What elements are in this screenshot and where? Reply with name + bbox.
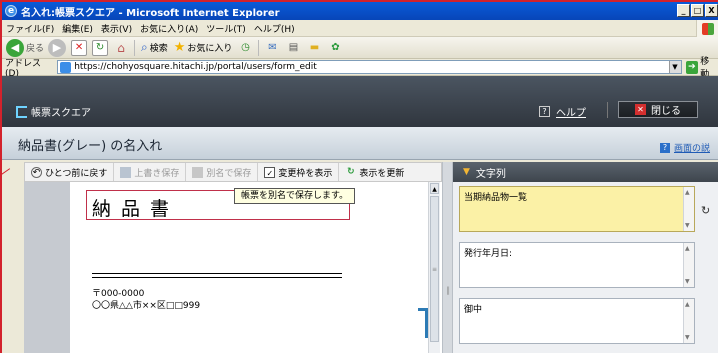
text-field-3-scrollbar[interactable] xyxy=(683,299,694,343)
checkbox-checked-icon[interactable]: ✓ xyxy=(264,166,276,178)
menu-help[interactable]: ヘルプ(H) xyxy=(254,22,295,35)
close-icon: ✕ xyxy=(635,104,646,115)
text-field-1-value[interactable]: 当期納品物一覧 xyxy=(464,193,527,203)
back-button[interactable]: ◀ xyxy=(6,38,24,57)
back-label: 戻る xyxy=(26,44,45,54)
windows-logo-icon xyxy=(696,20,718,37)
text-field-2-value[interactable]: 発行年月日: xyxy=(464,249,512,259)
show-frame-label: 変更枠を表示 xyxy=(278,168,333,179)
refresh-view-button[interactable]: ↻ 表示を更新 xyxy=(339,163,410,181)
save-as-button[interactable]: 別名で保存 xyxy=(186,163,259,181)
undo-button[interactable]: ↶ ひとつ前に戻す xyxy=(25,163,115,181)
maximize-button[interactable]: □ xyxy=(691,4,704,17)
screen-help-link[interactable]: ? 画面の説 xyxy=(660,141,710,154)
menu-edit[interactable]: 編集(E) xyxy=(62,22,93,35)
browser-window: e 名入れ:帳票スクエア - Microsoft Internet Explor… xyxy=(0,0,718,353)
document-title: 納品書 xyxy=(92,198,180,220)
help-icon: ? xyxy=(539,106,550,117)
document-scrollbar[interactable]: ▲ ≡ xyxy=(428,182,440,353)
search-icon[interactable]: ⌕ xyxy=(141,40,148,55)
string-panel-title: 文字列 xyxy=(475,168,506,180)
page-title: 納品書(グレー) の名入れ xyxy=(18,139,163,154)
logo-mark-icon xyxy=(16,105,27,118)
browser-toolbar: ◀ 戻る ▶ ✕ ↻ ⌂ ⌕ 検索 ★ お気に入り ◷ ✉ ▤ ▬ ✿ xyxy=(2,37,718,59)
page-icon xyxy=(60,61,72,73)
address-input[interactable]: https://chohyosquare.hitachi.jp/portal/u… xyxy=(57,60,682,74)
save-icon xyxy=(120,166,132,178)
favorites-star-icon[interactable]: ★ xyxy=(174,40,186,55)
menu-favorites[interactable]: お気に入り(A) xyxy=(140,22,198,35)
home-icon[interactable]: ⌂ xyxy=(113,40,129,56)
favorites-label[interactable]: お気に入り xyxy=(187,41,232,54)
edit-toolbar: ↶ ひとつ前に戻す 上書き保存 別名で保存 ✓ 変更枠を表示 ↻ 表示を更新 xyxy=(24,162,442,182)
undo-label: ひとつ前に戻す xyxy=(45,168,108,179)
address-dropdown-icon[interactable]: ▼ xyxy=(668,61,681,73)
text-field-3-value[interactable]: 御中 xyxy=(464,305,482,315)
document-logo-mark-icon xyxy=(418,308,428,338)
menu-bar: ファイル(F) 編集(E) 表示(V) お気に入り(A) ツール(T) ヘルプ(… xyxy=(2,20,718,37)
document-address: 〇〇県△△市××区□□999 xyxy=(92,301,201,311)
history-icon[interactable]: ◷ xyxy=(237,40,253,56)
app-logo-text: 帳票スクエア xyxy=(31,108,91,119)
header-separator xyxy=(607,102,608,118)
scroll-grip-icon: ≡ xyxy=(432,266,438,273)
address-bar: アドレス(D) https://chohyosquare.hitachi.jp/… xyxy=(2,57,718,80)
menu-file[interactable]: ファイル(F) xyxy=(6,22,54,35)
pane-splitter[interactable]: ║ xyxy=(442,162,453,353)
toolbar-separator xyxy=(258,39,260,56)
refresh-view-label: 表示を更新 xyxy=(359,168,405,179)
close-label: 閉じる xyxy=(651,106,681,117)
string-panel-header[interactable]: ▼ 文字列 xyxy=(453,162,718,182)
messenger-icon[interactable]: ✿ xyxy=(327,40,343,56)
collapse-triangle-icon[interactable]: ▼ xyxy=(463,167,470,177)
go-arrow-icon: ➔ xyxy=(685,60,699,74)
save-as-label: 別名で保存 xyxy=(206,168,252,179)
menu-view[interactable]: 表示(V) xyxy=(101,22,132,35)
save-as-icon xyxy=(192,166,204,178)
text-field-1-scrollbar[interactable] xyxy=(683,187,694,231)
stop-icon[interactable]: ✕ xyxy=(71,39,88,56)
app-header: 帳票スクエア ? ヘルプ ✕ 閉じる xyxy=(2,76,718,127)
refresh-icon[interactable]: ↻ xyxy=(92,39,109,56)
address-url[interactable]: https://chohyosquare.hitachi.jp/portal/u… xyxy=(74,62,317,72)
show-frame-toggle[interactable]: ✓ 変更枠を表示 xyxy=(258,163,340,181)
folder-icon[interactable]: ▬ xyxy=(306,40,322,56)
save-button[interactable]: 上書き保存 xyxy=(114,163,187,181)
page-title-bar: 納品書(グレー) の名入れ ? 画面の説 xyxy=(2,127,718,160)
refresh-view-icon: ↻ xyxy=(347,166,355,177)
window-controls: _ □ X xyxy=(677,4,718,17)
close-window-button[interactable]: X xyxy=(705,4,718,17)
string-panel: 当期納品物一覧 ↻ 発行年月日: 御中 xyxy=(453,182,718,353)
ie-icon: e xyxy=(5,5,17,17)
scroll-up-icon[interactable]: ▲ xyxy=(430,183,439,194)
help-link[interactable]: ? ヘルプ xyxy=(539,104,586,119)
document-rule xyxy=(92,273,342,274)
menu-tools[interactable]: ツール(T) xyxy=(206,22,246,35)
text-field-2[interactable]: 発行年月日: xyxy=(459,242,695,288)
forward-button[interactable]: ▶ xyxy=(48,38,67,57)
document-margin xyxy=(24,182,70,353)
title-bar: e 名入れ:帳票スクエア - Microsoft Internet Explor… xyxy=(2,2,718,20)
save-label: 上書き保存 xyxy=(134,168,180,179)
splitter-grip-icon: ║ xyxy=(446,287,451,295)
app-logo[interactable]: 帳票スクエア xyxy=(16,104,91,119)
text-field-2-scrollbar[interactable] xyxy=(683,243,694,287)
help-label[interactable]: ヘルプ xyxy=(556,104,586,119)
minimize-button[interactable]: _ xyxy=(677,4,690,17)
text-field-3[interactable]: 御中 xyxy=(459,298,695,344)
document-rule xyxy=(92,277,342,278)
screen-help-label[interactable]: 画面の説 xyxy=(674,141,710,154)
window-title: 名入れ:帳票スクエア - Microsoft Internet Explorer xyxy=(21,7,280,19)
print-icon[interactable]: ▤ xyxy=(285,40,301,56)
text-field-1[interactable]: 当期納品物一覧 xyxy=(459,186,695,232)
undo-icon: ↶ xyxy=(31,166,42,178)
search-label[interactable]: 検索 xyxy=(150,41,168,54)
screen-help-icon: ? xyxy=(660,142,670,153)
toolbar-separator xyxy=(134,39,136,56)
save-as-tooltip: 帳票を別名で保存します。 xyxy=(234,188,356,204)
mail-icon[interactable]: ✉ xyxy=(264,40,280,56)
field-refresh-icon[interactable]: ↻ xyxy=(701,204,710,217)
close-button[interactable]: ✕ 閉じる xyxy=(618,101,698,118)
